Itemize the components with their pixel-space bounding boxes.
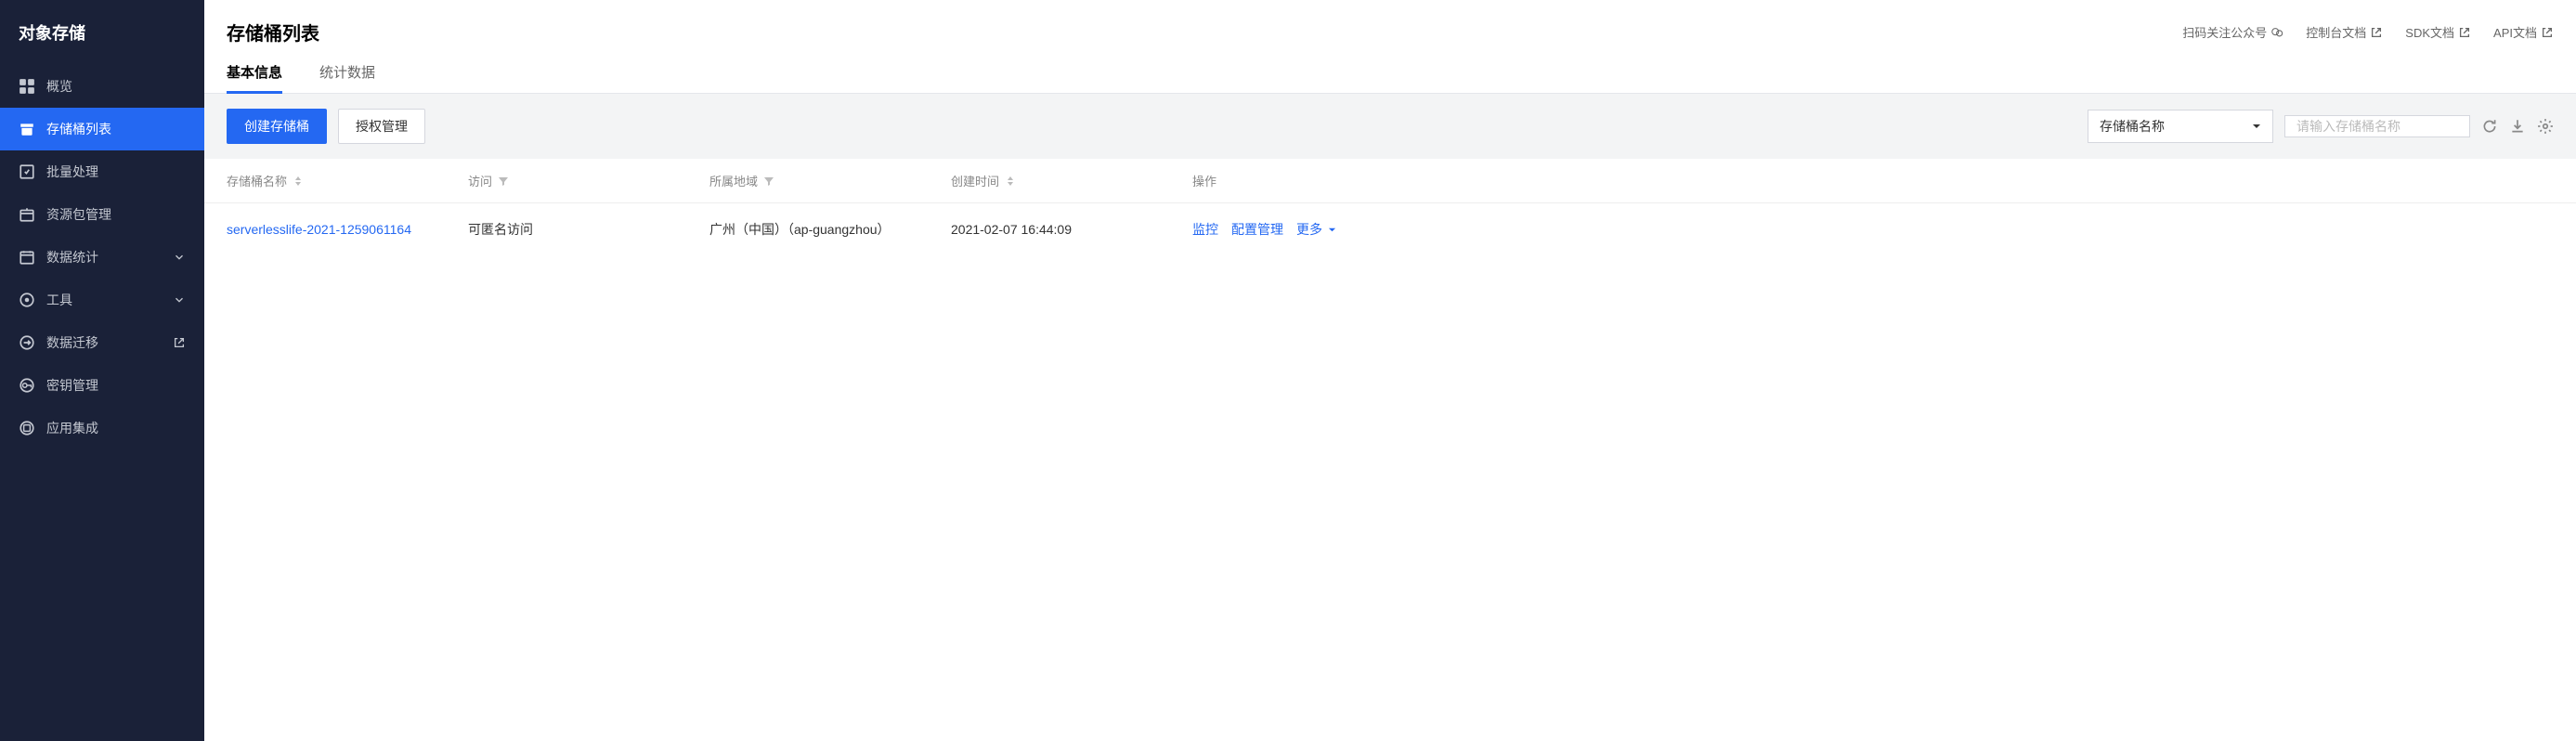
sidebar-item-key[interactable]: 密钥管理 <box>0 364 204 407</box>
batch-icon <box>19 163 35 180</box>
tab-statistics[interactable]: 统计数据 <box>319 62 375 93</box>
sidebar-item-label: 密钥管理 <box>46 376 186 395</box>
column-header-access[interactable]: 访问 <box>468 172 709 189</box>
chevron-down-icon <box>173 293 186 306</box>
table-header: 存储桶名称 访问 所属地域 创建时间 操作 <box>204 159 2576 203</box>
external-link-icon <box>173 336 186 349</box>
toolbar: 创建存储桶 授权管理 存储桶名称 <box>204 94 2576 159</box>
package-icon <box>19 206 35 223</box>
download-button[interactable] <box>2509 118 2526 135</box>
cell-name: serverlesslife-2021-1259061164 <box>227 220 468 239</box>
bucket-icon <box>19 121 35 137</box>
page-header: 存储桶列表 扫码关注公众号 控制台文档 SDK文档 API文档 <box>204 0 2576 46</box>
column-header-created[interactable]: 创建时间 <box>951 172 1192 189</box>
app-icon <box>19 420 35 436</box>
header-link-label: API文档 <box>2493 23 2537 41</box>
column-label: 存储桶名称 <box>227 172 287 189</box>
sort-icon <box>1005 176 1016 187</box>
page-title: 存储桶列表 <box>227 19 319 46</box>
column-label: 创建时间 <box>951 172 999 189</box>
header-link-console-doc[interactable]: 控制台文档 <box>2306 23 2383 41</box>
column-header-name[interactable]: 存储桶名称 <box>227 172 468 189</box>
sidebar: 对象存储 概览 存储桶列表 批量处理 资源包管理 数据统计 <box>0 0 204 741</box>
wechat-icon <box>2270 26 2283 39</box>
tabs: 基本信息 统计数据 <box>204 46 2576 94</box>
refresh-button[interactable] <box>2481 118 2498 135</box>
tab-basic-info[interactable]: 基本信息 <box>227 62 282 93</box>
sidebar-item-bucket-list[interactable]: 存储桶列表 <box>0 108 204 150</box>
sort-icon <box>293 176 304 187</box>
sidebar-item-label: 应用集成 <box>46 419 186 437</box>
sidebar-item-package[interactable]: 资源包管理 <box>0 193 204 236</box>
header-link-api-doc[interactable]: API文档 <box>2493 23 2554 41</box>
sidebar-item-stats[interactable]: 数据统计 <box>0 236 204 279</box>
auth-manage-button[interactable]: 授权管理 <box>338 109 425 144</box>
sidebar-item-label: 工具 <box>46 291 173 309</box>
settings-button[interactable] <box>2537 118 2554 135</box>
filter-select[interactable]: 存储桶名称 <box>2088 110 2273 143</box>
search-input[interactable] <box>2296 119 2465 134</box>
cell-region: 广州（中国）（ap-guangzhou） <box>709 220 951 239</box>
sidebar-item-label: 资源包管理 <box>46 205 186 224</box>
header-link-label: 控制台文档 <box>2306 23 2366 41</box>
table-row: serverlesslife-2021-1259061164 可匿名访问 广州（… <box>204 203 2576 255</box>
migrate-icon <box>19 334 35 351</box>
column-header-action: 操作 <box>1192 172 2554 189</box>
sidebar-item-overview[interactable]: 概览 <box>0 65 204 108</box>
external-link-icon <box>2541 26 2554 39</box>
header-link-sdk-doc[interactable]: SDK文档 <box>2405 23 2471 41</box>
sidebar-item-app[interactable]: 应用集成 <box>0 407 204 449</box>
chevron-down-icon <box>173 251 186 264</box>
action-more-label: 更多 <box>1296 222 1322 237</box>
cell-created: 2021-02-07 16:44:09 <box>951 220 1192 239</box>
create-bucket-button[interactable]: 创建存储桶 <box>227 109 327 144</box>
toolbar-right: 存储桶名称 <box>2088 110 2554 143</box>
cell-access: 可匿名访问 <box>468 220 709 239</box>
sidebar-menu: 概览 存储桶列表 批量处理 资源包管理 数据统计 工具 <box>0 65 204 449</box>
search-box <box>2284 115 2470 137</box>
bucket-table: 存储桶名称 访问 所属地域 创建时间 操作 <box>204 159 2576 255</box>
sidebar-item-label: 批量处理 <box>46 162 186 181</box>
grid-icon <box>19 78 35 95</box>
header-link-label: 扫码关注公众号 <box>2182 23 2267 41</box>
sidebar-item-batch[interactable]: 批量处理 <box>0 150 204 193</box>
header-link-label: SDK文档 <box>2405 23 2454 41</box>
select-value: 存储桶名称 <box>2100 117 2165 136</box>
sidebar-item-migrate[interactable]: 数据迁移 <box>0 321 204 364</box>
sidebar-item-label: 数据统计 <box>46 248 173 266</box>
sidebar-item-label: 存储桶列表 <box>46 120 186 138</box>
cell-action: 监控 配置管理 更多 <box>1192 220 2554 239</box>
external-link-icon <box>2458 26 2471 39</box>
sidebar-title: 对象存储 <box>0 0 204 65</box>
bucket-name-link[interactable]: serverlesslife-2021-1259061164 <box>227 222 411 237</box>
action-more[interactable]: 更多 <box>1296 220 1336 239</box>
filter-icon <box>763 176 774 187</box>
main-content: 存储桶列表 扫码关注公众号 控制台文档 SDK文档 API文档 <box>204 0 2576 741</box>
sidebar-item-label: 数据迁移 <box>46 333 167 352</box>
column-header-region[interactable]: 所属地域 <box>709 172 951 189</box>
target-icon <box>19 292 35 308</box>
external-link-icon <box>2370 26 2383 39</box>
header-link-qrcode[interactable]: 扫码关注公众号 <box>2182 23 2283 41</box>
filter-icon <box>498 176 509 187</box>
key-icon <box>19 377 35 394</box>
column-label: 访问 <box>468 172 492 189</box>
column-label: 所属地域 <box>709 172 758 189</box>
caret-down-icon <box>2252 122 2261 131</box>
caret-down-icon <box>1328 226 1336 234</box>
header-links: 扫码关注公众号 控制台文档 SDK文档 API文档 <box>2182 23 2554 41</box>
column-label: 操作 <box>1192 172 1216 189</box>
sidebar-item-tool[interactable]: 工具 <box>0 279 204 321</box>
action-monitor[interactable]: 监控 <box>1192 220 1218 239</box>
sidebar-item-label: 概览 <box>46 77 186 96</box>
calendar-icon <box>19 249 35 266</box>
action-config[interactable]: 配置管理 <box>1231 220 1283 239</box>
